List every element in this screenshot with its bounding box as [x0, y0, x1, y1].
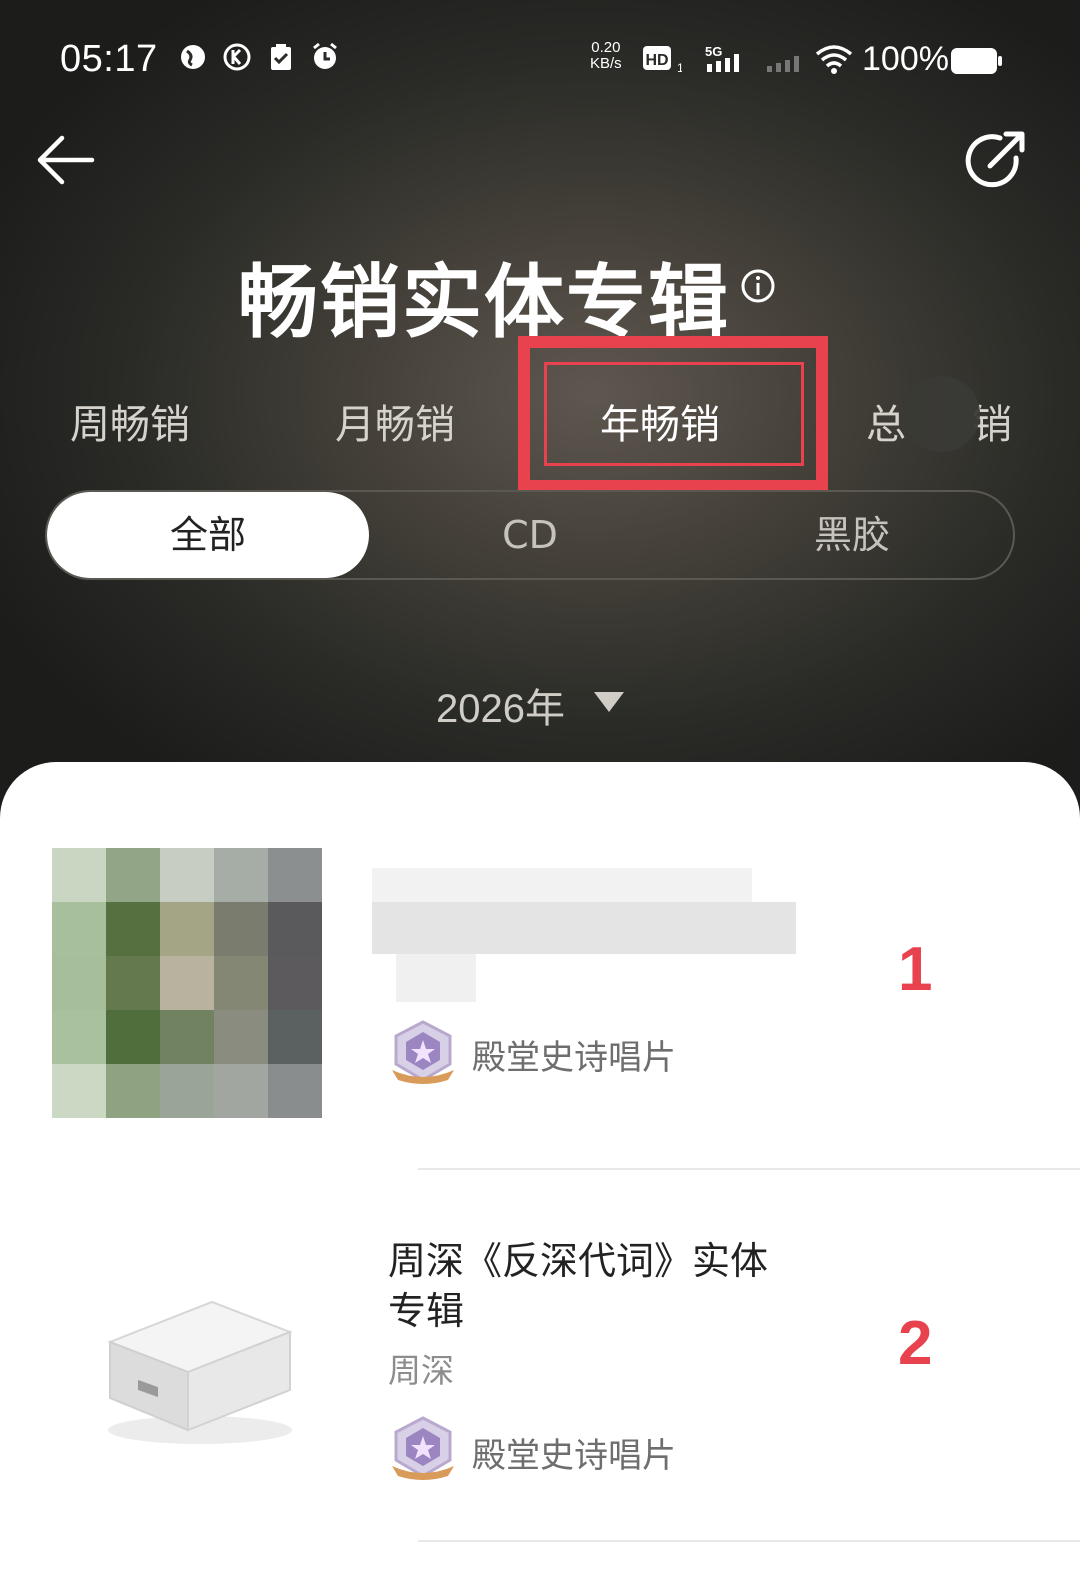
signal-secondary-icon [765, 48, 805, 78]
signal-type-label: 5G [705, 44, 722, 59]
album-cover [100, 1280, 300, 1450]
annotation-highlight-inner [544, 362, 804, 466]
info-button[interactable] [740, 268, 776, 304]
hd-label: HD [645, 52, 668, 69]
segment-all[interactable]: 全部 [47, 492, 369, 578]
hd-sub-label: 1 [677, 61, 682, 74]
share-icon [965, 131, 1025, 188]
tab-monthly[interactable]: 月畅销 [335, 392, 455, 450]
info-icon [741, 269, 775, 303]
battery-icon [950, 46, 1004, 80]
arrow-left-icon [37, 135, 95, 185]
list-divider [418, 1540, 1080, 1542]
caret-down-icon[interactable] [592, 690, 626, 714]
alarm-icon [310, 42, 340, 72]
segment-cd[interactable]: CD [369, 492, 691, 578]
floating-overlay [904, 376, 980, 452]
list-divider [418, 1168, 1080, 1170]
hall-of-fame-badge-icon [388, 1018, 458, 1088]
share-button[interactable] [962, 128, 1030, 196]
globe-icon [178, 42, 208, 72]
year-selector[interactable]: 2026年 [436, 676, 565, 734]
hall-of-fame-badge-icon [388, 1414, 458, 1484]
network-speed-value: 0.20 [591, 39, 621, 56]
artist-redacted [396, 954, 476, 1002]
status-time: 05:17 [60, 38, 158, 80]
signal-5g-icon: 5G [705, 44, 745, 78]
artist-name: 周深 [388, 1351, 454, 1390]
status-notification-icons [178, 42, 340, 72]
segment-vinyl[interactable]: 黑胶 [691, 492, 1013, 578]
battery-percent: 100% [862, 40, 949, 78]
tab-total[interactable]: 总 [866, 392, 906, 450]
network-speed: 0.20 KB/s [590, 40, 622, 72]
album-name-redacted-2 [372, 902, 796, 954]
status-bar: 05:17 0.20 KB/s HD 1 5G 100% [0, 0, 1080, 120]
rank-number: 2 [898, 1309, 933, 1378]
album-name-line2: 专辑 [388, 1289, 465, 1333]
album-cover [52, 848, 322, 1118]
badge-label: 殿堂史诗唱片 [472, 1436, 676, 1476]
tab-weekly[interactable]: 周畅销 [70, 392, 190, 450]
album-name-line1: 周深《反深代词》实体 [388, 1239, 769, 1283]
album-name-redacted [372, 868, 752, 902]
rank-number: 1 [898, 935, 933, 1004]
badge-label: 殿堂史诗唱片 [472, 1038, 676, 1078]
back-button[interactable] [34, 130, 98, 194]
wifi-icon [814, 44, 854, 78]
clipboard-check-icon [266, 42, 296, 72]
format-segmented-control: 全部 CD 黑胶 [45, 490, 1015, 580]
k-circle-icon [222, 42, 252, 72]
hd-icon: HD 1 [642, 44, 684, 78]
network-speed-unit: KB/s [590, 55, 622, 72]
